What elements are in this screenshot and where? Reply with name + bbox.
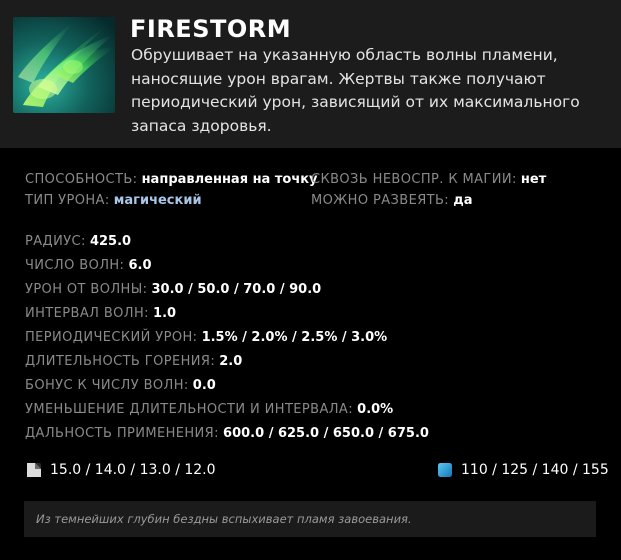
pierce-immunity-row: СКВОЗЬ НЕВОСПР. К МАГИИ: нет xyxy=(311,172,546,188)
tooltip-header: FIRESTORM Обрушивает на указанную област… xyxy=(0,0,621,148)
stat-row: БОНУС К ЧИСЛУ ВОЛН: 0.0 xyxy=(25,378,216,394)
mana-cost-value: 110 / 125 / 140 / 155 xyxy=(461,462,609,478)
stat-row: РАДИУС: 425.0 xyxy=(25,234,131,250)
ability-description: Обрушивает на указанную область волны пл… xyxy=(131,46,580,135)
mana-cost: 110 / 125 / 140 / 155 xyxy=(438,462,609,478)
ability-name: FIRESTORM xyxy=(130,15,292,43)
mana-icon xyxy=(438,463,452,477)
stat-row: ДЛИТЕЛЬНОСТЬ ГОРЕНИЯ: 2.0 xyxy=(25,354,242,370)
cooldown: 15.0 / 14.0 / 13.0 / 12.0 xyxy=(27,462,216,478)
stat-label: ДЛИТЕЛЬНОСТЬ ГОРЕНИЯ: xyxy=(25,354,216,369)
stat-label: ИНТЕРВАЛ ВОЛН: xyxy=(25,306,149,321)
stat-value: 1.5% / 2.0% / 2.5% / 3.0% xyxy=(201,330,388,345)
stat-label: УРОН ОТ ВОЛНЫ: xyxy=(25,282,148,297)
stat-label: БОНУС К ЧИСЛУ ВОЛН: xyxy=(25,378,189,393)
stat-label: ПЕРИОДИЧЕСКИЙ УРОН: xyxy=(25,330,198,345)
stat-value: 2.0 xyxy=(219,354,243,369)
stat-label: ДАЛЬНОСТЬ ПРИМЕНЕНИЯ: xyxy=(25,426,219,441)
damage-type-value: магический xyxy=(113,193,202,208)
ability-type-label: СПОСОБНОСТЬ: xyxy=(25,172,138,187)
stat-value: 0.0 xyxy=(192,378,216,393)
dispellable-row: МОЖНО РАЗВЕЯТЬ: да xyxy=(311,193,473,209)
ability-type-row: СПОСОБНОСТЬ: направленная на точку xyxy=(25,172,318,188)
stat-row: УРОН ОТ ВОЛНЫ: 30.0 / 50.0 / 70.0 / 90.0 xyxy=(25,282,321,298)
dispellable-value: да xyxy=(453,193,473,208)
stat-label: УМЕНЬШЕНИЕ ДЛИТЕЛЬНОСТИ И ИНТЕРВАЛА: xyxy=(25,402,354,417)
stat-row: ДАЛЬНОСТЬ ПРИМЕНЕНИЯ: 600.0 / 625.0 / 65… xyxy=(25,426,429,442)
stat-row: ЧИСЛО ВОЛН: 6.0 xyxy=(25,258,152,274)
stat-value: 0.0% xyxy=(357,402,394,417)
damage-type-label: ТИП УРОНА: xyxy=(25,193,110,208)
cooldown-icon xyxy=(27,463,41,477)
stat-row: ИНТЕРВАЛ ВОЛН: 1.0 xyxy=(25,306,176,322)
stat-value: 600.0 / 625.0 / 650.0 / 675.0 xyxy=(223,426,429,441)
lore-text: Из темнейших глубин бездны вспыхивает пл… xyxy=(36,512,412,526)
ability-type-value: направленная на точку xyxy=(141,172,318,187)
stat-row: ПЕРИОДИЧЕСКИЙ УРОН: 1.5% / 2.0% / 2.5% /… xyxy=(25,330,387,346)
firestorm-ability-icon xyxy=(13,17,115,113)
stat-value: 1.0 xyxy=(153,306,177,321)
cooldown-value: 15.0 / 14.0 / 13.0 / 12.0 xyxy=(50,462,216,478)
ability-tooltip: FIRESTORM Обрушивает на указанную област… xyxy=(0,0,621,560)
damage-type-row: ТИП УРОНА: магический xyxy=(25,193,202,209)
stat-value: 425.0 xyxy=(89,234,132,249)
stat-label: РАДИУС: xyxy=(25,234,86,249)
lore-box: Из темнейших глубин бездны вспыхивает пл… xyxy=(24,501,596,537)
pierce-immunity-label: СКВОЗЬ НЕВОСПР. К МАГИИ: xyxy=(311,172,517,187)
stat-row: УМЕНЬШЕНИЕ ДЛИТЕЛЬНОСТИ И ИНТЕРВАЛА: 0.0… xyxy=(25,402,393,418)
dispellable-label: МОЖНО РАЗВЕЯТЬ: xyxy=(311,193,450,208)
pierce-immunity-value: нет xyxy=(520,172,547,187)
stat-value: 6.0 xyxy=(128,258,152,273)
stat-label: ЧИСЛО ВОЛН: xyxy=(25,258,125,273)
stat-value: 30.0 / 50.0 / 70.0 / 90.0 xyxy=(151,282,322,297)
